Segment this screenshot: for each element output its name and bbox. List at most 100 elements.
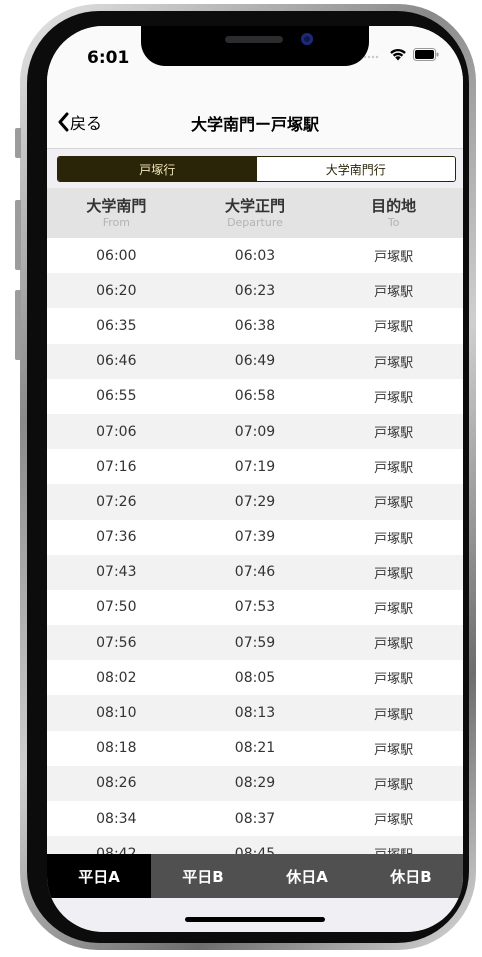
header-departure-sublabel: Departure: [227, 215, 283, 229]
navigation-bar: 戻る 大学南門ー戸塚駅: [47, 86, 463, 149]
header-departure-label: 大学正門: [224, 196, 285, 215]
table-row: 08:18 08:21 戸塚駅: [47, 730, 463, 766]
cell-from-time: 08:34: [96, 810, 137, 827]
cell-from-time: 08:10: [96, 705, 137, 722]
home-indicator[interactable]: [185, 917, 325, 922]
cell-destination: 戸塚駅: [374, 531, 414, 547]
cell-from-time: 07:50: [96, 599, 137, 616]
status-time: 6:01: [87, 48, 130, 68]
cell-departure-time: 08:13: [234, 705, 276, 722]
cell-from-time: 07:43: [96, 564, 137, 581]
cell-destination: 戸塚駅: [374, 496, 414, 512]
cell-destination: 戸塚駅: [374, 320, 414, 336]
header-from-label: 大学南門: [86, 196, 147, 215]
table-row: 06:55 06:58 戸塚駅: [47, 378, 463, 414]
cell-departure-time: 07:19: [234, 458, 276, 475]
cell-departure-time: 06:49: [234, 353, 276, 370]
device-notch: [141, 26, 369, 66]
tab-weekday-b[interactable]: 平日B: [151, 854, 255, 898]
table-row: 07:43 07:46 戸塚駅: [47, 554, 463, 590]
cell-destination: 戸塚駅: [374, 250, 414, 266]
cell-destination: 戸塚駅: [374, 707, 414, 723]
wifi-icon: [390, 48, 406, 61]
timetable-header: 大学南門 From 大学正門 Departure 目的地 To: [47, 188, 463, 238]
cell-departure-time: 06:38: [234, 317, 276, 334]
cell-departure-time: 08:37: [234, 810, 276, 827]
table-row: 07:16 07:19 戸塚駅: [47, 449, 463, 485]
table-row: 07:56 07:59 戸塚駅: [47, 625, 463, 661]
segment-totsuka-bound[interactable]: 戸塚行: [58, 157, 257, 181]
cell-departure-time: 08:05: [234, 669, 276, 686]
cell-departure-time: 07:53: [234, 599, 276, 616]
battery-icon: [413, 48, 439, 61]
cell-departure-time: 07:39: [234, 529, 276, 546]
table-row: 07:36 07:39 戸塚駅: [47, 519, 463, 555]
header-to-sublabel: To: [387, 215, 400, 229]
cell-destination: 戸塚駅: [374, 672, 414, 688]
segment-university-south-gate-bound[interactable]: 大学南門行: [256, 157, 455, 181]
tab-holiday-b[interactable]: 休日B: [359, 854, 463, 898]
cell-from-time: 07:36: [96, 529, 137, 546]
cell-destination: 戸塚駅: [374, 461, 414, 477]
cell-departure-time: 07:09: [234, 423, 276, 440]
header-from: 大学南門 From: [47, 188, 186, 238]
cell-destination: 戸塚駅: [374, 355, 414, 371]
tab-weekday-a[interactable]: 平日A: [47, 854, 151, 898]
cell-from-time: 06:55: [96, 388, 137, 405]
cell-departure-time: 06:03: [234, 247, 276, 264]
cell-departure-time: 07:46: [234, 564, 276, 581]
mute-switch: [15, 128, 21, 158]
cell-destination: 戸塚駅: [374, 426, 414, 442]
cell-departure-time: 06:23: [234, 282, 276, 299]
table-row: 06:46 06:49 戸塚駅: [47, 343, 463, 379]
table-row: 08:10 08:13 戸塚駅: [47, 695, 463, 731]
cell-from-time: 08:18: [96, 740, 137, 757]
app-screen: 6:01 戻る 大学南門ー戸塚駅 戸塚行 大学南門行 大学南門 From 大学正…: [47, 26, 463, 932]
cell-destination: 戸塚駅: [374, 742, 414, 758]
cell-destination: 戸塚駅: [374, 777, 414, 793]
cell-from-time: 07:16: [96, 458, 137, 475]
cell-from-time: 07:26: [96, 493, 137, 510]
cell-destination: 戸塚駅: [374, 813, 414, 829]
page-title: 大学南門ー戸塚駅: [190, 115, 319, 134]
header-to: 目的地 To: [324, 188, 463, 238]
volume-up-button: [15, 200, 21, 270]
cell-destination: 戸塚駅: [374, 390, 414, 406]
home-indicator-area: [47, 898, 463, 932]
cell-departure-time: 07:59: [234, 634, 276, 651]
tab-holiday-a[interactable]: 休日A: [255, 854, 359, 898]
header-to-label: 目的地: [371, 196, 417, 215]
cell-destination: 戸塚駅: [374, 637, 414, 653]
table-row: 07:50 07:53 戸塚駅: [47, 589, 463, 626]
cell-destination: 戸塚駅: [374, 566, 414, 582]
header-departure: 大学正門 Departure: [186, 188, 325, 238]
schedule-tab-bar: 平日A 平日B 休日A 休日B: [47, 854, 463, 898]
front-camera: [301, 33, 313, 45]
direction-segmented-control: 戸塚行 大学南門行: [57, 156, 456, 182]
cell-departure-time: 06:58: [234, 388, 276, 405]
cell-from-time: 06:00: [96, 247, 137, 264]
cell-from-time: 08:02: [96, 669, 137, 686]
table-row: 07:06 07:09 戸塚駅: [47, 413, 463, 450]
table-row: 06:35 06:38 戸塚駅: [47, 308, 463, 344]
timetable-list: 06:00 06:03 戸塚駅 06:20 06:23 戸塚駅 06:35 06:38 戸塚駅 0…: [47, 238, 463, 872]
cell-from-time: 07:06: [96, 423, 137, 440]
table-row: 08:34 08:37 戸塚駅: [47, 801, 463, 837]
cell-from-time: 08:26: [96, 775, 137, 792]
cell-from-time: 06:46: [96, 353, 137, 370]
cell-departure-time: 08:21: [234, 740, 276, 757]
cell-departure-time: 08:29: [234, 775, 276, 792]
table-row: 07:26 07:29 戸塚駅: [47, 484, 463, 520]
table-row: 08:26 08:29 戸塚駅: [47, 765, 463, 801]
table-row: 08:02 08:05 戸塚駅: [47, 660, 463, 696]
header-from-sublabel: From: [102, 215, 130, 229]
table-row: 06:20 06:23 戸塚駅: [47, 273, 463, 309]
notch-speaker: [225, 36, 283, 43]
status-icons: [363, 48, 439, 61]
table-row: 06:00 06:03 戸塚駅: [47, 238, 463, 274]
cell-departure-time: 07:29: [234, 493, 276, 510]
cell-from-time: 06:35: [96, 317, 137, 334]
cell-destination: 戸塚駅: [374, 601, 414, 617]
cell-from-time: 06:20: [96, 282, 137, 299]
cell-destination: 戸塚駅: [374, 285, 414, 301]
